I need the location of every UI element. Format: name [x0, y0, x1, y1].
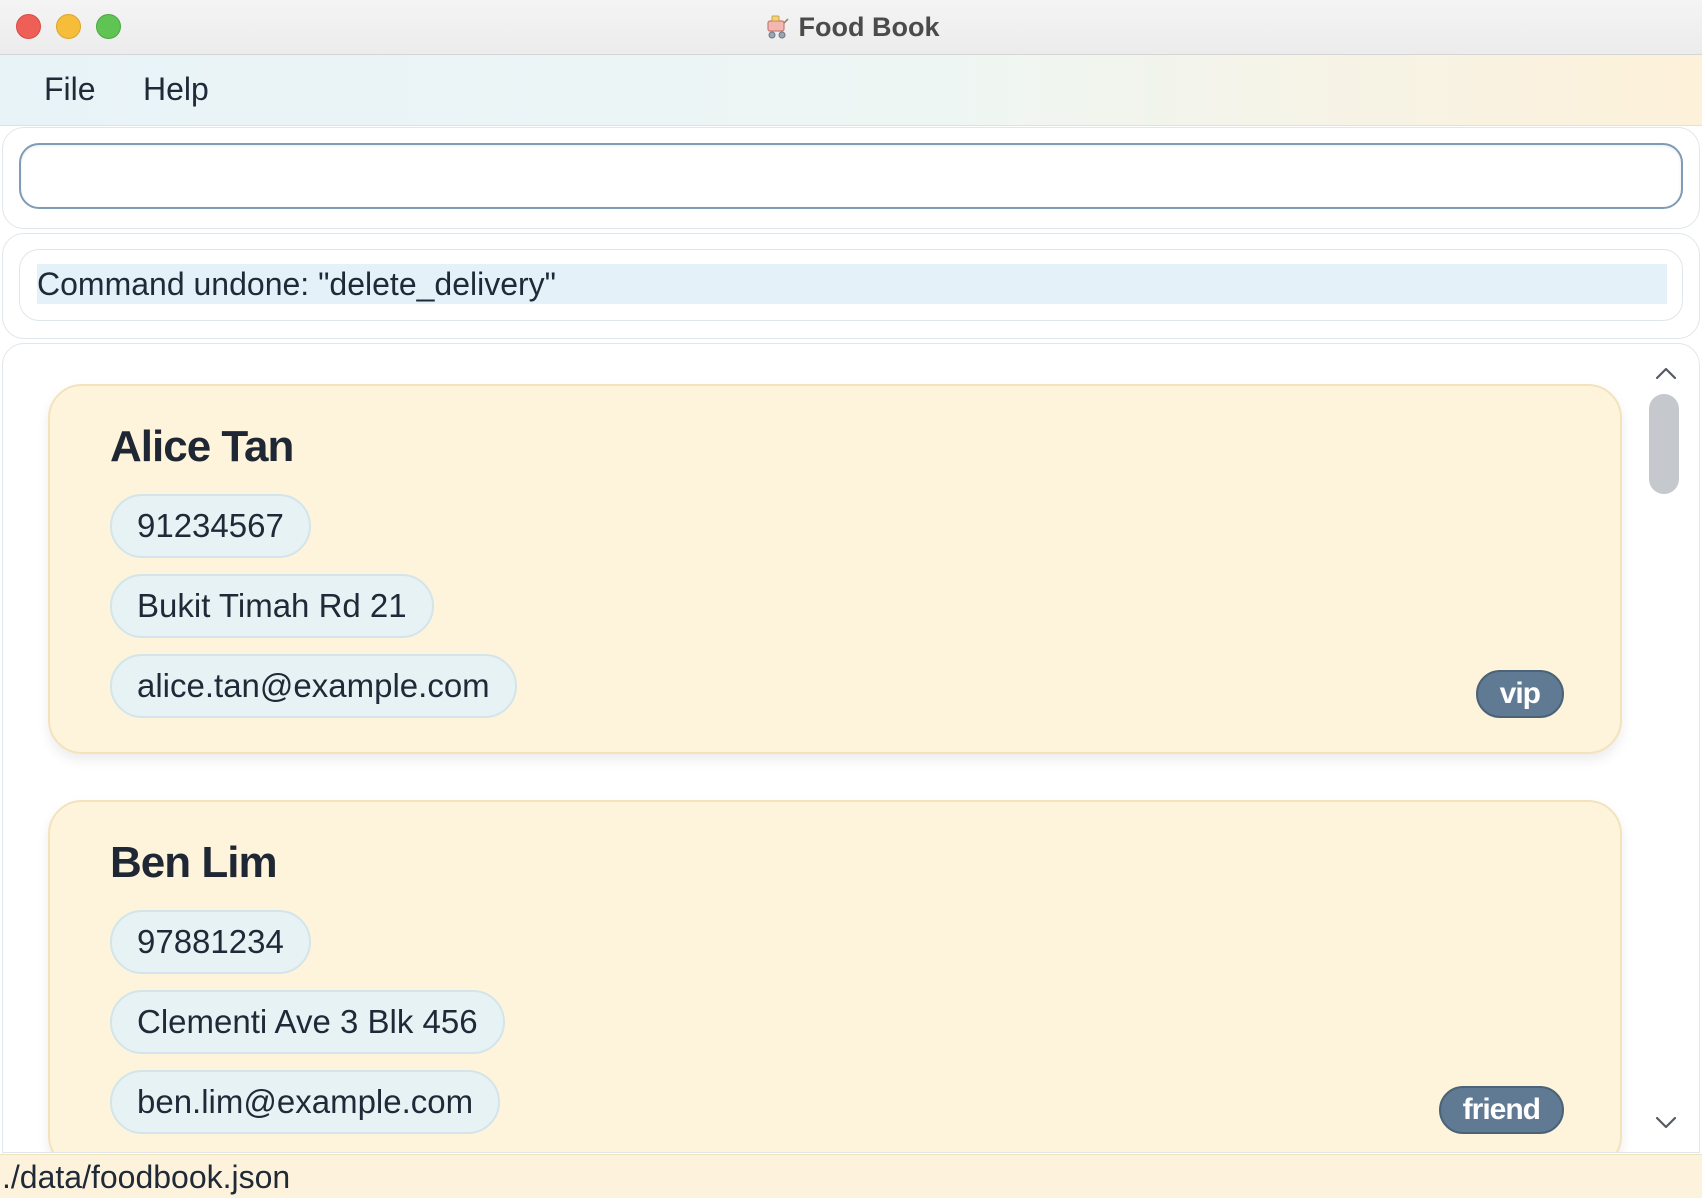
command-input[interactable]	[19, 143, 1683, 209]
status-bar: ./data/foodbook.json	[0, 1154, 1702, 1198]
save-file-path: ./data/foodbook.json	[2, 1159, 291, 1195]
title-group: Food Book	[0, 0, 1702, 54]
person-name: Ben Lim	[110, 838, 278, 887]
person-address: Bukit Timah Rd 21	[110, 574, 434, 638]
result-display[interactable]: Command undone: "delete_delivery"	[19, 249, 1683, 321]
person-phone: 91234567	[110, 494, 311, 558]
person-tag: friend	[1438, 1086, 1564, 1134]
person-email: ben.lim@example.com	[110, 1070, 501, 1134]
scrollbar-thumb[interactable]	[1649, 394, 1679, 494]
title-bar[interactable]: Food Book	[0, 0, 1702, 55]
person-address: Clementi Ave 3 Blk 456	[110, 990, 505, 1054]
command-box-panel	[2, 127, 1700, 229]
result-display-panel: Command undone: "delete_delivery"	[2, 233, 1700, 339]
person-name: Alice Tan	[110, 422, 294, 471]
person-card[interactable]: Alice Tan 91234567 Bukit Timah Rd 21 ali…	[48, 384, 1622, 754]
window-title: Food Book	[798, 11, 940, 42]
result-message: Command undone: "delete_delivery"	[37, 264, 1667, 304]
app-window: Food Book File Help Command undone: "del…	[0, 0, 1702, 1198]
person-card[interactable]: Ben Lim 97881234 Clementi Ave 3 Blk 456 …	[48, 800, 1622, 1152]
scroll-down-chevron-icon[interactable]	[1651, 1110, 1681, 1134]
person-tag: vip	[1475, 670, 1564, 718]
menu-help[interactable]: Help	[137, 69, 215, 110]
food-cart-icon	[766, 15, 789, 39]
person-list[interactable]: Alice Tan 91234567 Bukit Timah Rd 21 ali…	[2, 343, 1700, 1153]
person-phone: 97881234	[110, 910, 311, 974]
menu-bar: File Help	[0, 55, 1702, 126]
menu-file[interactable]: File	[38, 69, 102, 110]
person-email: alice.tan@example.com	[110, 654, 517, 718]
scroll-up-chevron-icon[interactable]	[1651, 362, 1681, 386]
